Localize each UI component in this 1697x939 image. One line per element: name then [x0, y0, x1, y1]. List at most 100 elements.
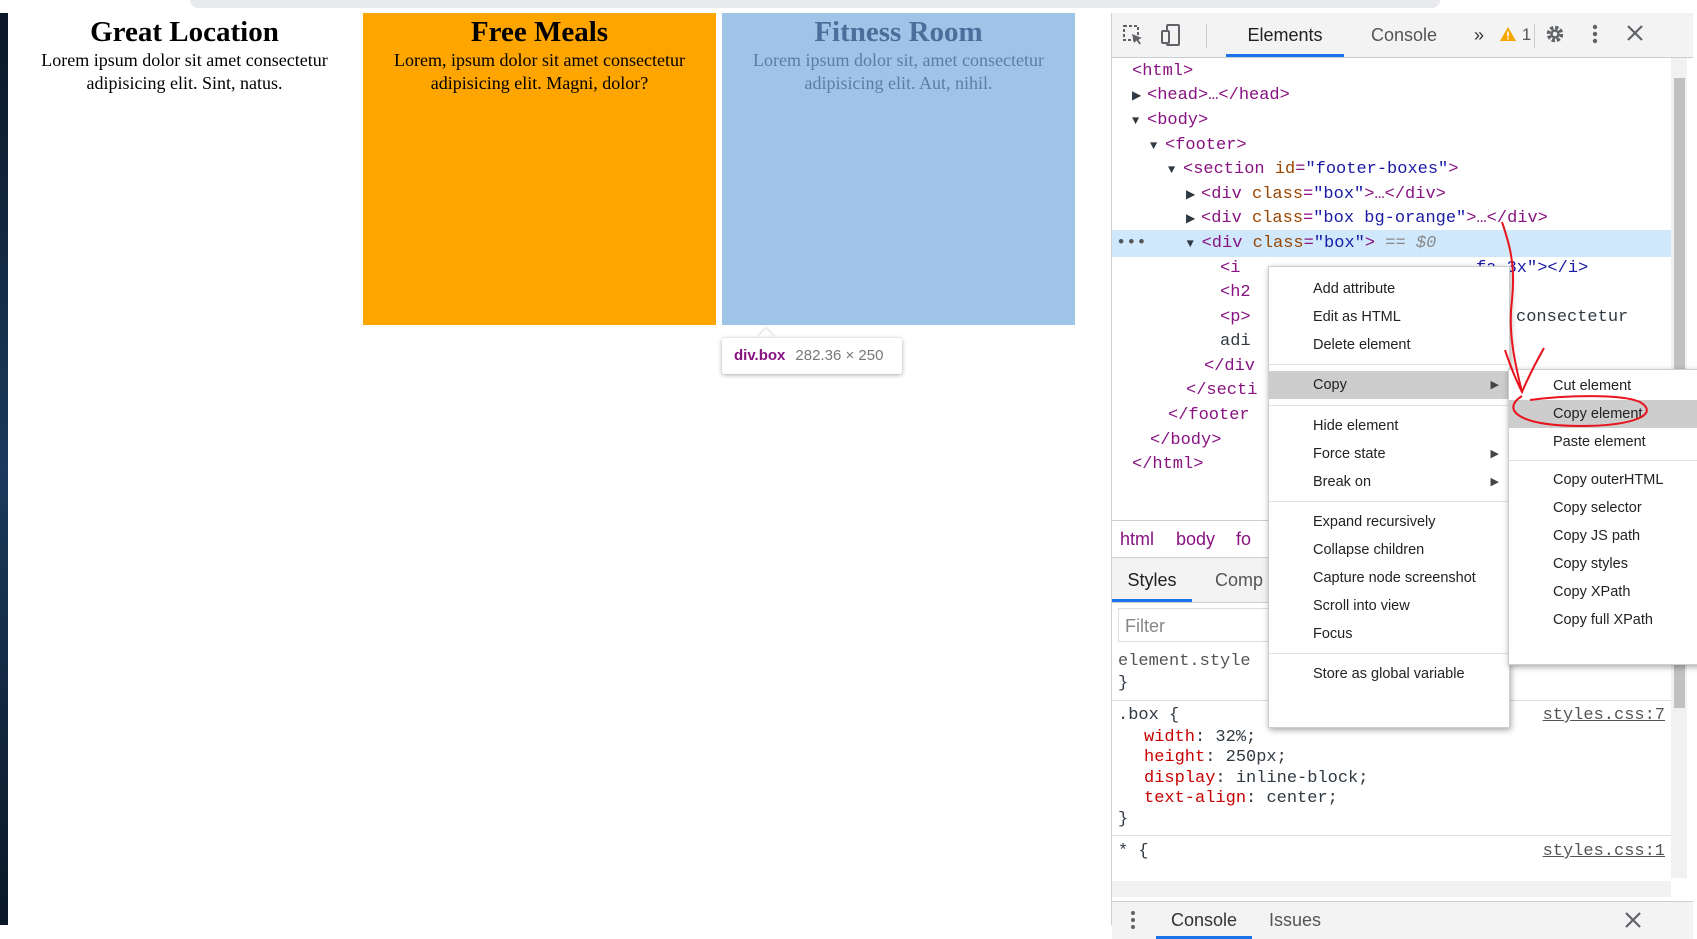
submenu-arrow-icon: ▶ [1490, 448, 1499, 460]
menu-separator [1509, 460, 1697, 461]
more-tabs-button[interactable]: » [1464, 13, 1494, 57]
collapse-triangle-icon[interactable]: ▼ [1132, 108, 1147, 135]
menu-item-store-as-global-variable[interactable]: Store as global variable [1269, 660, 1509, 688]
css-declaration[interactable]: text-align: center; [1112, 788, 1671, 810]
dom-node-body[interactable]: ▼ <body> [1112, 107, 1671, 134]
menu-item-copy-styles[interactable]: Copy styles [1509, 550, 1697, 578]
expand-triangle-icon[interactable]: ▶ [1186, 206, 1201, 233]
desktop-edge [0, 13, 8, 925]
box-rule-selector: .box { [1118, 706, 1180, 725]
submenu-arrow-icon: ▶ [1490, 476, 1499, 488]
dom-attr-value: "box bg-orange" [1313, 209, 1467, 228]
dom-tag: <p> [1220, 308, 1251, 327]
menu-item-break-on[interactable]: Break on ▶ [1269, 468, 1509, 496]
dom-node-html[interactable]: <html> [1112, 58, 1671, 85]
dom-tag: >…</div> [1364, 185, 1446, 204]
collapse-triangle-icon[interactable]: ▼ [1168, 157, 1183, 184]
collapse-triangle-icon[interactable]: ▼ [1187, 231, 1202, 258]
menu-item-copy-selector[interactable]: Copy selector [1509, 494, 1697, 522]
menu-item-copy-full-xpath[interactable]: Copy full XPath [1509, 606, 1697, 634]
drawer-menu-icon[interactable] [1130, 910, 1136, 935]
menu-item-cut-element[interactable]: Cut element [1509, 372, 1697, 400]
menu-item-capture-node-screenshot[interactable]: Capture node screenshot [1269, 564, 1509, 592]
dom-node-div-box[interactable]: ▶ <div class="box">…</div> [1112, 181, 1671, 208]
breadcrumb-html[interactable]: html [1120, 521, 1154, 557]
gear-icon[interactable] [1542, 23, 1568, 49]
device-toolbar-icon[interactable] [1158, 23, 1184, 49]
css-declaration[interactable]: display: inline-block; [1112, 768, 1671, 790]
menu-item-expand-recursively[interactable]: Expand recursively [1269, 508, 1509, 536]
menu-item-scroll-into-view[interactable]: Scroll into view [1269, 592, 1509, 620]
menu-item-copy[interactable]: Copy ▶ [1269, 371, 1509, 399]
drawer-tab-issues[interactable]: Issues [1260, 902, 1330, 939]
css-value: inline-block; [1235, 769, 1369, 788]
copy-submenu: Cut element Copy element Paste element C… [1508, 369, 1697, 665]
address-bar-edge[interactable] [190, 0, 1440, 8]
star-rule-source-link[interactable]: styles.css:1 [1543, 841, 1665, 863]
box-title: Great Location [90, 16, 279, 48]
box-title: Free Meals [470, 16, 609, 48]
menu-item-edit-as-html[interactable]: Edit as HTML [1269, 303, 1509, 331]
drawer-close-icon[interactable] [1624, 911, 1642, 934]
box-great-location: Great Location Lorem ipsum dolor sit ame… [8, 13, 361, 325]
menu-item-hide-element[interactable]: Hide element [1269, 412, 1509, 440]
box-free-meals: Free Meals Lorem, ipsum dolor sit amet c… [363, 13, 716, 325]
element-inspect-tooltip: div.box 282.36 × 250 [722, 338, 902, 374]
node-actions-ellipsis[interactable]: ••• [1112, 234, 1147, 253]
tab-elements[interactable]: Elements [1226, 13, 1344, 57]
dom-tag: <body> [1147, 111, 1209, 130]
dom-attr: id [1274, 160, 1296, 179]
menu-item-copy-js-path[interactable]: Copy JS path [1509, 522, 1697, 550]
devtools-horizontal-scrollbar[interactable] [1112, 881, 1671, 897]
dom-node-footer[interactable]: ▼ <footer> [1112, 132, 1671, 159]
dom-node-section[interactable]: ▼ <section id="footer-boxes"> [1112, 156, 1671, 183]
dom-attr-value: "box" [1313, 185, 1365, 204]
dom-node-head[interactable]: ▶ <head>…</head> [1112, 82, 1671, 109]
menu-item-force-state[interactable]: Force state ▶ [1269, 440, 1509, 468]
menu-item-label: Copy [1313, 377, 1347, 393]
menu-item-add-attribute[interactable]: Add attribute [1269, 275, 1509, 303]
menu-item-copy-xpath[interactable]: Copy XPath [1509, 578, 1697, 606]
css-value: 32%; [1215, 728, 1257, 747]
dom-tag: <h2 [1220, 283, 1251, 302]
css-value: center; [1266, 789, 1338, 808]
menu-item-delete-element[interactable]: Delete element [1269, 331, 1509, 359]
dom-node-div-box-selected[interactable]: ••• ▼ <div class="box"> == $0 [1112, 230, 1671, 257]
menu-item-copy-element[interactable]: Copy element [1509, 400, 1697, 428]
menu-item-focus[interactable]: Focus [1269, 620, 1509, 648]
menu-separator [1269, 653, 1509, 654]
dom-attr-value: "footer-boxes" [1305, 160, 1449, 179]
dom-tag: <div [1201, 234, 1253, 253]
warnings-badge[interactable]: 1 [1499, 13, 1531, 57]
rule-separator [1112, 835, 1671, 836]
expand-triangle-icon[interactable]: ▶ [1132, 83, 1147, 110]
rule-close-brace: } [1118, 810, 1129, 829]
drawer-tab-console[interactable]: Console [1156, 902, 1252, 939]
tab-console[interactable]: Console [1344, 13, 1464, 57]
css-declaration[interactable]: width: 32%; [1112, 727, 1671, 749]
context-menu: Add attribute Edit as HTML Delete elemen… [1268, 266, 1510, 728]
dom-tag: <section [1183, 160, 1275, 179]
menu-item-copy-outerhtml[interactable]: Copy outerHTML [1509, 466, 1697, 494]
kebab-menu-icon[interactable] [1582, 23, 1608, 49]
dom-attr-value: "box" [1313, 234, 1365, 253]
menu-separator [1269, 364, 1509, 365]
css-property: text-align [1144, 789, 1247, 808]
breadcrumb-footer[interactable]: fo [1236, 521, 1251, 557]
menu-item-paste-element[interactable]: Paste element [1509, 428, 1697, 456]
dom-attr: class [1252, 185, 1304, 204]
box-text: Lorem, ipsum dolor sit amet consectetur … [394, 50, 685, 93]
box-rule-source-link[interactable]: styles.css:7 [1543, 705, 1665, 727]
breadcrumb-body[interactable]: body [1176, 521, 1215, 557]
dom-text: adi [1220, 332, 1251, 351]
dom-node-div-box-orange[interactable]: ▶ <div class="box bg-orange">…</div> [1112, 205, 1671, 232]
css-property: display [1144, 769, 1216, 788]
dom-tag: </secti [1186, 381, 1258, 400]
tab-styles[interactable]: Styles [1112, 558, 1192, 602]
toolbar-separator [1534, 24, 1535, 48]
css-declaration[interactable]: height: 250px; [1112, 747, 1671, 769]
close-icon[interactable] [1622, 23, 1648, 49]
star-rule-header: * {styles.css:1 [1112, 841, 1671, 863]
menu-item-collapse-children[interactable]: Collapse children [1269, 536, 1509, 564]
inspect-element-icon[interactable] [1120, 23, 1146, 49]
